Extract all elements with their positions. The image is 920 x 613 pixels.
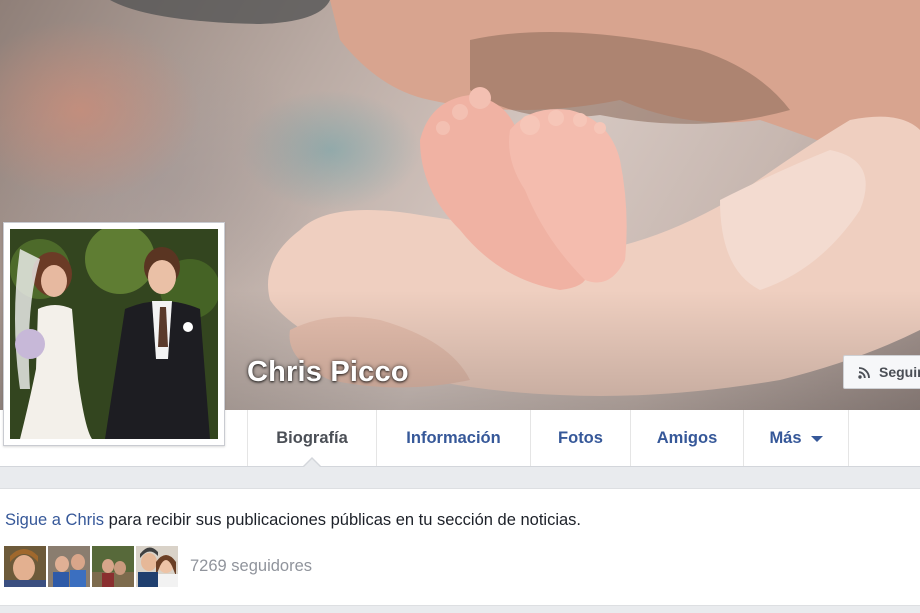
active-tab-indicator-fill [304,459,320,467]
tab-timeline[interactable]: Biografía [248,410,376,467]
tab-friends[interactable]: Amigos [631,410,743,466]
follower-avatar[interactable] [4,546,46,587]
follow-button[interactable]: Seguir [843,355,920,389]
follower-avatar[interactable] [48,546,90,587]
follow-button-label: Seguir [879,364,920,380]
follow-prompt-message: para recibir sus publicaciones públicas … [104,511,581,529]
follower-avatars [4,546,178,587]
tab-more-label: Más [769,428,802,447]
tab-photos-label: Fotos [558,428,603,447]
rss-feed-icon [858,366,870,379]
follower-count[interactable]: 7269 seguidores [190,557,312,576]
follower-avatar[interactable] [92,546,134,587]
tab-divider [848,410,849,466]
profile-photo [10,229,218,439]
profile-picture[interactable] [3,222,225,446]
tab-friends-label: Amigos [656,428,718,447]
follower-avatar[interactable] [136,546,178,587]
tab-photos[interactable]: Fotos [531,410,630,466]
follow-link[interactable]: Sigue a Chris [5,511,104,529]
tab-about-label: Información [406,428,501,447]
tab-timeline-label: Biografía [276,428,348,447]
tab-about[interactable]: Información [377,410,530,466]
tab-more[interactable]: Más [744,410,848,466]
caret-down-icon [810,436,823,442]
follow-prompt: Sigue a Chris para recibir sus publicaci… [5,511,581,530]
profile-name[interactable]: Chris Picco [247,356,409,389]
